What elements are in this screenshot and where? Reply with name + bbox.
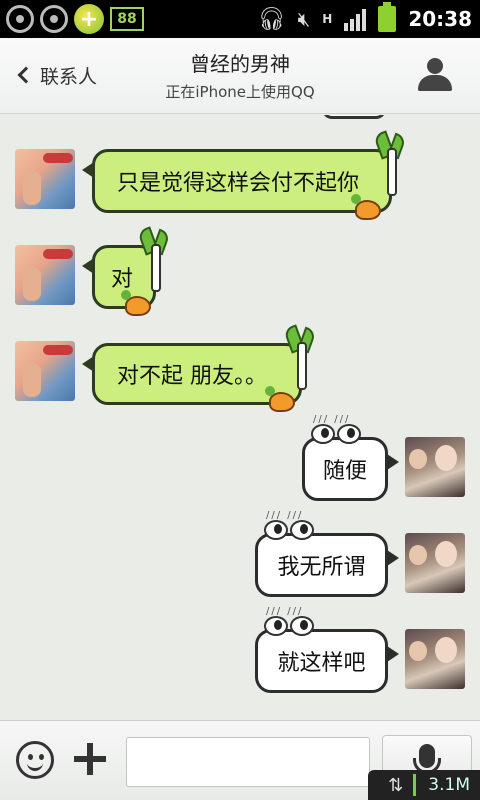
leek-decoration-icon [282,324,317,396]
my-avatar[interactable] [405,629,465,689]
my-avatar[interactable] [405,533,465,593]
message-bubble-sent[interactable]: /// /// 就这样吧 [255,606,399,693]
contact-avatar[interactable] [15,245,75,305]
record-icon [6,5,34,33]
message-bubble-sent[interactable]: /// /// 随便 [302,414,399,501]
message-text: 我无所谓 [277,555,366,580]
headset-icon: 🎧︎ [257,6,286,32]
carrot-decoration-icon [121,290,151,316]
signal-icon [344,7,367,31]
eyes-decoration-icon: /// /// [260,510,320,542]
mute-icon: 🔇︎ [297,7,311,31]
status-bar: + 88 🎧︎ 🔇︎ H 20:38 [0,0,480,38]
chevron-left-icon [17,66,35,84]
message-bubble-sent[interactable]: /// /// 我无所谓 [255,510,399,597]
battery-icon [378,2,397,32]
my-avatar[interactable] [405,437,465,497]
back-label: 联系人 [40,65,98,88]
message-bubble-received[interactable]: 只是觉得这样会付不起你 [82,130,407,220]
message-input[interactable] [126,737,370,787]
eyes-decoration-icon: /// /// [260,606,320,638]
contact-profile-button[interactable] [418,58,452,92]
chat-header: 联系人 曾经的男神 正在iPhone上使用QQ [0,38,480,114]
data-transfer-icon: ⇅ [388,774,404,796]
back-button[interactable]: 联系人 [12,52,105,98]
clock: 20:38 [408,7,472,31]
message-text: 就这样吧 [277,651,366,676]
message-list[interactable]: 只是觉得这样会付不起你 对 对不起 朋友。。 /// /// 随便 /// //… [0,115,480,720]
contact-avatar[interactable] [15,341,75,401]
network-speed-value: 3.1M [428,775,470,795]
message-text: 对不起 朋友。。 [117,364,267,389]
message-bubble-received[interactable]: 对 [82,226,171,316]
security-app-icon: + [74,4,104,34]
media-icon [40,5,68,33]
eyes-decoration-icon: /// /// [307,414,367,446]
chat-title-block: 曾经的男神 正在iPhone上使用QQ [110,48,370,102]
more-options-button[interactable] [72,741,108,777]
message-text: 对 [111,267,134,292]
person-icon [427,58,443,74]
app-badge-icon: 88 [110,7,144,31]
network-speed-overlay: ⇅ 3.1M [368,770,480,800]
leek-decoration-icon [136,226,171,298]
contact-avatar[interactable] [15,149,75,209]
message-text: 只是觉得这样会付不起你 [117,171,360,196]
emoji-button[interactable] [16,741,54,779]
network-type-icon: H [322,12,333,26]
message-bubble-received[interactable]: 对不起 朋友。。 [82,324,317,412]
previous-message-bubble [322,115,386,119]
leek-decoration-icon [372,130,407,202]
carrot-decoration-icon [265,386,295,412]
carrot-decoration-icon [351,194,381,220]
compose-bar: ⇅ 3.1M [0,720,480,800]
message-text: 随便 [322,459,367,484]
contact-name: 曾经的男神 [190,52,290,76]
contact-status: 正在iPhone上使用QQ [165,83,315,101]
